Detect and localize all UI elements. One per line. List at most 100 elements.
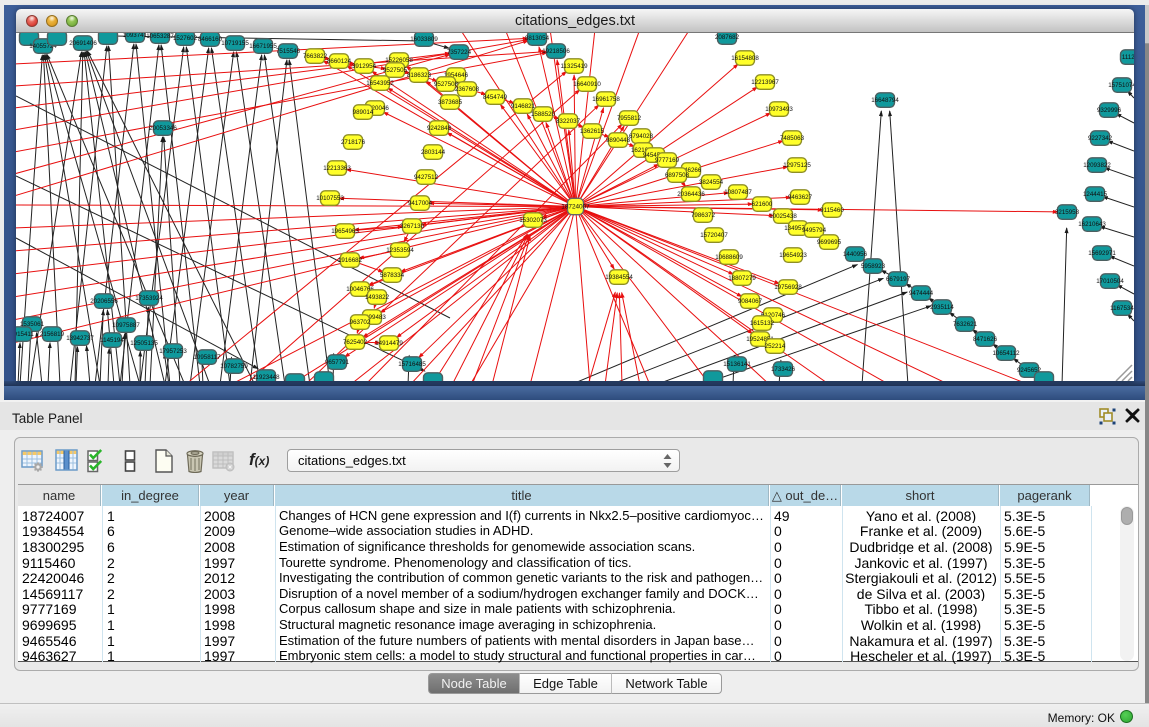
svg-text:10653287: 10653287 (146, 33, 174, 40)
svg-text:16543952: 16543952 (366, 80, 394, 87)
svg-text:13942737: 13942737 (66, 335, 94, 342)
svg-text:252214: 252214 (765, 343, 786, 350)
svg-text:1145194: 1145194 (100, 337, 124, 344)
svg-text:17010504: 17010504 (1096, 278, 1124, 285)
svg-text:16210643: 16210643 (1078, 221, 1106, 228)
svg-text:7955812: 7955812 (617, 115, 642, 122)
svg-text:16033809: 16033809 (410, 36, 438, 43)
svg-text:6794028: 6794028 (629, 133, 654, 140)
svg-text:20364436: 20364436 (677, 191, 705, 198)
svg-text:15692971: 15692971 (1088, 250, 1116, 257)
svg-text:1733426: 1733426 (771, 366, 796, 373)
svg-text:9474444: 9474444 (909, 290, 934, 297)
svg-text:15720407: 15720407 (700, 232, 728, 239)
svg-text:10782759: 10782759 (220, 363, 248, 370)
svg-text:10025438: 10025438 (769, 213, 797, 220)
svg-text:12213967: 12213967 (751, 79, 779, 86)
svg-text:7663822: 7663822 (303, 53, 328, 60)
svg-text:9329996: 9329996 (1097, 107, 1122, 114)
svg-text:9495794: 9495794 (802, 227, 827, 234)
svg-text:18807279: 18807279 (728, 275, 756, 282)
svg-text:19218506: 19218506 (542, 48, 570, 55)
svg-text:9417004: 9417004 (408, 200, 433, 207)
svg-text:17353924: 17353924 (135, 295, 163, 302)
svg-text:19654963: 19654963 (331, 228, 359, 235)
svg-text:20206556: 20206556 (90, 298, 118, 305)
svg-text:7515546: 7515546 (276, 48, 301, 55)
svg-text:8454749: 8454749 (483, 94, 508, 101)
svg-text:8186323: 8186323 (407, 72, 432, 79)
svg-text:7632621: 7632621 (953, 321, 978, 328)
svg-text:9227342: 9227342 (1088, 135, 1113, 142)
svg-text:12505135: 12505135 (130, 340, 158, 347)
svg-text:20691406: 20691406 (69, 40, 97, 47)
svg-text:1362615: 1362615 (580, 128, 605, 135)
svg-text:9115460: 9115460 (820, 207, 844, 214)
svg-text:15302073: 15302073 (519, 217, 547, 224)
svg-text:12093822: 12093822 (1083, 162, 1111, 169)
svg-text:9890448: 9890448 (606, 137, 631, 144)
svg-text:1615132: 1615132 (750, 320, 775, 327)
svg-text:8322037: 8322037 (556, 118, 581, 125)
svg-text:9463627: 9463627 (788, 194, 813, 201)
svg-text:12213363: 12213363 (323, 165, 351, 172)
svg-text:10807487: 10807487 (724, 189, 752, 196)
svg-text:2935114: 2935114 (930, 304, 954, 311)
svg-text:10107553: 10107553 (316, 195, 344, 202)
svg-text:15716485: 15716485 (398, 361, 426, 368)
svg-text:11325419: 11325419 (560, 63, 588, 70)
svg-text:1916682: 1916682 (338, 257, 363, 264)
svg-text:16961758: 16961758 (592, 96, 620, 103)
svg-text:9242848: 9242848 (427, 125, 452, 132)
svg-text:12975125: 12975125 (783, 162, 811, 169)
svg-text:2718176: 2718176 (341, 139, 366, 146)
svg-text:2803144: 2803144 (421, 149, 446, 156)
svg-text:2087682: 2087682 (715, 34, 740, 41)
svg-text:10719155: 10719155 (221, 40, 249, 47)
svg-text:19654923: 19654923 (779, 252, 807, 259)
svg-text:6897508: 6897508 (665, 172, 690, 179)
svg-text:2156819: 2156819 (40, 331, 65, 338)
svg-text:16671955: 16671955 (249, 43, 277, 50)
svg-text:1527602: 1527602 (173, 35, 198, 42)
svg-text:8466160: 8466160 (198, 36, 223, 43)
svg-text:3215958: 3215958 (1055, 209, 1080, 216)
svg-text:16640910: 16640910 (573, 81, 601, 88)
svg-text:11923448: 11923448 (252, 374, 280, 381)
svg-text:15751074: 15751074 (1108, 82, 1134, 89)
svg-text:7625402: 7625402 (343, 339, 368, 346)
svg-text:963702: 963702 (350, 319, 371, 326)
svg-text:5878334: 5878334 (380, 272, 405, 279)
svg-text:1493822: 1493822 (365, 294, 390, 301)
svg-text:9777169: 9777169 (655, 157, 680, 164)
svg-text:3873685: 3873685 (438, 99, 463, 106)
svg-text:7485063: 7485063 (780, 135, 805, 142)
svg-text:9527505: 9527505 (383, 67, 408, 74)
svg-text:10958117: 10958117 (193, 354, 221, 361)
svg-text:3915411: 3915411 (16, 331, 34, 338)
svg-text:1440956: 1440956 (843, 251, 868, 258)
svg-text:989014: 989014 (353, 109, 374, 116)
svg-text:12353594: 12353594 (386, 247, 414, 254)
svg-text:10654112: 10654112 (992, 350, 1020, 357)
svg-text:19384554: 19384554 (605, 274, 633, 281)
svg-text:7986372: 7986372 (691, 212, 716, 219)
svg-text:10973493: 10973493 (765, 106, 793, 113)
svg-text:9657791: 9657791 (325, 359, 350, 366)
svg-text:3267130: 3267130 (400, 223, 425, 230)
svg-text:6679197: 6679197 (886, 276, 911, 283)
svg-text:8813054: 8813054 (525, 35, 550, 42)
svg-text:18724007: 18724007 (561, 204, 590, 211)
svg-text:16154808: 16154808 (731, 55, 759, 62)
svg-text:1244415: 1244415 (1083, 191, 1108, 198)
svg-text:10688609: 10688609 (715, 254, 743, 261)
svg-text:14914479: 14914479 (375, 340, 403, 347)
svg-text:621600: 621600 (752, 201, 773, 208)
svg-text:10975887: 10975887 (112, 322, 140, 329)
svg-text:9084067: 9084067 (738, 298, 763, 305)
svg-text:5958923: 5958923 (861, 263, 886, 270)
svg-text:1588520: 1588520 (531, 111, 556, 118)
svg-text:8660124: 8660124 (327, 58, 352, 65)
svg-text:16648794: 16648794 (871, 97, 899, 104)
svg-text:1167534: 1167534 (1110, 305, 1134, 312)
